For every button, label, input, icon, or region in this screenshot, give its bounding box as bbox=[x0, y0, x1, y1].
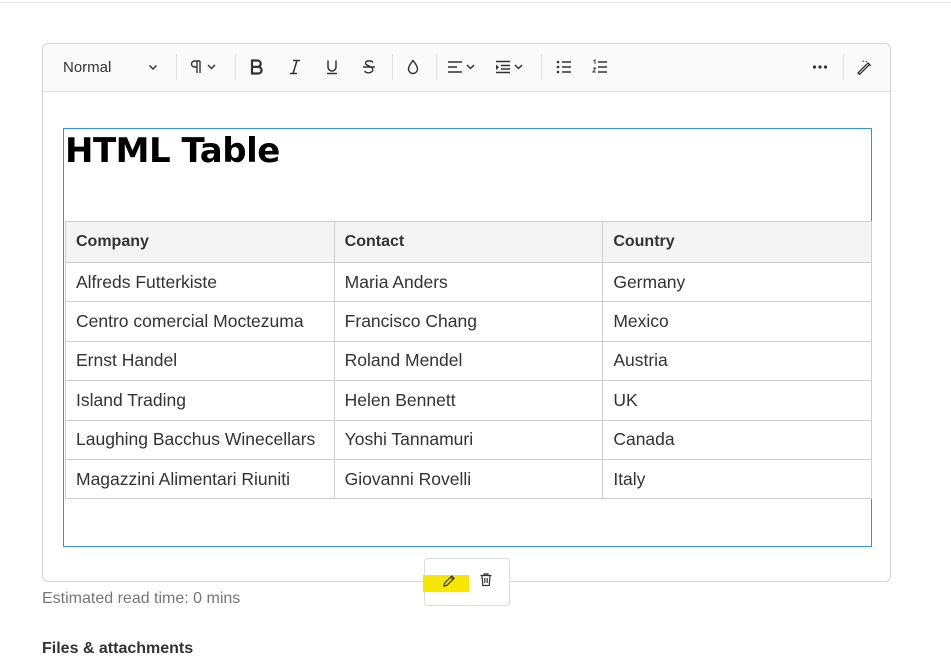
read-time-label: Estimated read time: 0 mins bbox=[42, 590, 241, 607]
toolbar-separator bbox=[541, 54, 542, 80]
toolbar-separator bbox=[843, 54, 844, 80]
toolbar-separator bbox=[436, 54, 437, 80]
paragraph-icon bbox=[191, 59, 219, 75]
selected-content-block[interactable]: HTML Table Company Contact Country Alfre… bbox=[63, 128, 872, 547]
text-style-value: Normal bbox=[63, 58, 112, 76]
table-cell[interactable]: Mexico bbox=[602, 301, 872, 342]
table-cell[interactable]: Alfreds Futterkiste bbox=[65, 261, 335, 303]
files-attachments-heading: Files & attachments bbox=[42, 640, 194, 657]
underline-icon bbox=[325, 59, 339, 75]
toolbar-separator bbox=[392, 54, 393, 80]
edit-icon bbox=[442, 574, 456, 593]
more-options-button[interactable] bbox=[809, 54, 831, 80]
table-cell[interactable]: Giovanni Rovelli bbox=[333, 458, 604, 500]
delete-icon bbox=[479, 572, 493, 592]
toolbar-separator bbox=[235, 54, 236, 80]
column-header-country[interactable]: Country bbox=[602, 221, 872, 263]
table-cell[interactable]: Island Trading bbox=[65, 380, 335, 421]
italic-icon bbox=[288, 59, 302, 75]
table-cell[interactable]: Yoshi Tannamuri bbox=[333, 419, 604, 460]
table-cell[interactable]: Canada bbox=[602, 419, 872, 460]
align-button[interactable] bbox=[445, 54, 481, 80]
paragraph-format-button[interactable] bbox=[187, 54, 223, 80]
text-color-button[interactable] bbox=[402, 54, 424, 80]
table-cell[interactable]: Centro comercial Moctezuma bbox=[65, 301, 335, 342]
bullet-list-button[interactable] bbox=[553, 54, 575, 80]
indent-icon bbox=[494, 59, 528, 75]
document-heading[interactable]: HTML Table bbox=[65, 131, 280, 171]
edit-button[interactable] bbox=[440, 574, 458, 592]
table-cell[interactable]: Francisco Chang bbox=[333, 301, 604, 342]
editor-toolbar: Normal bbox=[43, 44, 890, 92]
table-row: Island Trading Helen Bennett UK bbox=[65, 380, 872, 421]
clear-format-button[interactable] bbox=[853, 54, 875, 80]
table-cell[interactable]: Helen Bennett bbox=[333, 380, 604, 421]
bold-icon bbox=[250, 59, 264, 75]
table-cell[interactable]: Germany bbox=[602, 261, 872, 303]
table-cell[interactable]: Ernst Handel bbox=[65, 340, 335, 382]
column-header-company[interactable]: Company bbox=[65, 221, 335, 263]
chevron-down-icon bbox=[147, 61, 159, 73]
strikethrough-icon bbox=[362, 59, 376, 75]
clear-format-icon bbox=[856, 59, 872, 75]
table-cell[interactable]: Austria bbox=[602, 340, 872, 382]
table-row: Alfreds Futterkiste Maria Anders Germany bbox=[65, 261, 872, 303]
table-row: Magazzini Alimentari Riuniti Giovanni Ro… bbox=[65, 458, 872, 500]
table-row: Centro comercial Moctezuma Francisco Cha… bbox=[65, 301, 872, 342]
toolbar-separator bbox=[176, 54, 177, 80]
color-icon bbox=[406, 59, 420, 75]
strikethrough-button[interactable] bbox=[358, 54, 380, 80]
more-icon bbox=[812, 64, 828, 70]
table-cell[interactable]: UK bbox=[602, 380, 872, 421]
table-row: Ernst Handel Roland Mendel Austria bbox=[65, 340, 872, 382]
bold-button[interactable] bbox=[246, 54, 268, 80]
underline-button[interactable] bbox=[321, 54, 343, 80]
numbered-list-button[interactable] bbox=[589, 54, 611, 80]
rich-text-editor[interactable]: Normal HTML Table Company Contact Countr… bbox=[42, 43, 891, 582]
table-cell[interactable]: Italy bbox=[602, 458, 872, 500]
table-cell[interactable]: Magazzini Alimentari Riuniti bbox=[65, 458, 335, 500]
text-style-select[interactable]: Normal bbox=[55, 54, 167, 80]
table-cell[interactable]: Maria Anders bbox=[333, 261, 604, 303]
align-icon bbox=[446, 59, 480, 75]
table-row: Laughing Bacchus Winecellars Yoshi Tanna… bbox=[65, 419, 872, 460]
column-header-contact[interactable]: Contact bbox=[333, 221, 604, 263]
numbered-list-icon bbox=[592, 59, 608, 75]
top-divider bbox=[0, 2, 951, 3]
table-header-row: Company Contact Country bbox=[65, 221, 872, 263]
delete-button[interactable] bbox=[477, 573, 495, 591]
html-table[interactable]: Company Contact Country Alfreds Futterki… bbox=[65, 221, 872, 500]
indent-button[interactable] bbox=[493, 54, 529, 80]
bullet-list-icon bbox=[556, 59, 572, 75]
table-cell[interactable]: Roland Mendel bbox=[333, 340, 604, 382]
italic-button[interactable] bbox=[284, 54, 306, 80]
table-cell[interactable]: Laughing Bacchus Winecellars bbox=[65, 419, 335, 460]
